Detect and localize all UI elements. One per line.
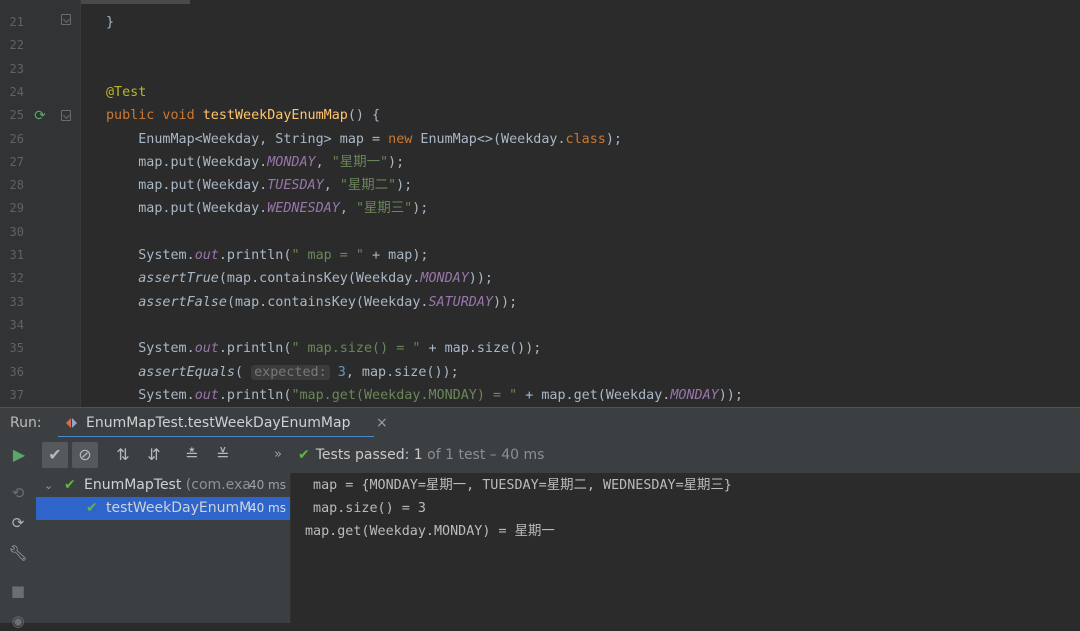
code-text: EnumMap<Weekday, String> map = new EnumM… (106, 131, 622, 147)
code-line[interactable]: 22 (0, 34, 1080, 57)
console-output[interactable]: map = {MONDAY=星期一, TUESDAY=星期二, WEDNESDA… (291, 473, 1080, 623)
passed-check-icon: ✔ (64, 477, 76, 493)
fold-marker-icon[interactable] (61, 14, 71, 25)
more-actions-icon[interactable]: » (274, 437, 282, 473)
code-line[interactable]: 37 System.out.println("map.get(Weekday.M… (0, 384, 1080, 407)
line-number: 36 (9, 364, 24, 379)
code-line[interactable]: 35 System.out.println(" map.size() = " +… (0, 337, 1080, 360)
code-text: map.put(Weekday.MONDAY, "星期一"); (106, 154, 405, 170)
status-suffix: of 1 test – 40 ms (422, 447, 545, 463)
line-number: 35 (9, 341, 24, 356)
code-line[interactable]: 25 public void testWeekDayEnumMap() { (0, 104, 1080, 127)
line-number: 30 (9, 224, 24, 239)
camera-icon[interactable]: ◉ (8, 611, 28, 631)
line-number: 27 (9, 154, 24, 169)
run-icon[interactable]: ▶ (6, 442, 32, 468)
suite-package: (com.exa (181, 477, 251, 493)
code-line[interactable]: 23 (0, 58, 1080, 81)
suite-duration: 40 ms (248, 478, 286, 492)
code-text: map.put(Weekday.TUESDAY, "星期二"); (106, 178, 413, 194)
collapse-all-icon[interactable]: ≚ (210, 442, 236, 468)
test-duration: 40 ms (248, 501, 286, 515)
code-line[interactable]: 32 assertTrue(map.containsKey(Weekday.MO… (0, 267, 1080, 290)
line-number: 25 (9, 108, 24, 123)
line-number: 26 (9, 131, 24, 146)
line-number: 32 (9, 271, 24, 286)
run-label: Run: (10, 415, 42, 431)
sort-duration-icon[interactable]: ⇵ (141, 442, 167, 468)
code-text: assertFalse(map.containsKey(Weekday.SATU… (138, 294, 518, 310)
test-name: testWeekDayEnumM (106, 500, 252, 516)
code-text: assertEquals( expected: 3, map.size()); (138, 364, 459, 380)
toggle-auto-test-icon[interactable]: ⟳ (8, 513, 28, 533)
run-header: Run: EnumMapTest.testWeekDayEnumMap × (0, 407, 1080, 439)
code-text: System.out.println(" map = " + map); (106, 248, 429, 263)
tab-run-configuration[interactable]: EnumMapTest.testWeekDayEnumMap (58, 408, 374, 439)
line-number: 37 (9, 387, 24, 402)
show-passed-icon[interactable]: ✔ (42, 442, 68, 468)
code-text: System.out.println(" map.size() = " + ma… (106, 341, 542, 357)
run-test-icon[interactable]: ⟳ (32, 108, 48, 124)
code-line[interactable]: 33 assertFalse(map.containsKey(Weekday.S… (0, 291, 1080, 314)
side-toolbar: ⟲ ⟳ 🔧︎ ■ ◉ (0, 473, 36, 630)
status-count: 1 (413, 447, 423, 463)
code-line[interactable]: 28 map.put(Weekday.TUESDAY, "星期二"); (0, 174, 1080, 197)
code-line[interactable]: 29 map.put(Weekday.WEDNESDAY, "星期三"); (0, 197, 1080, 220)
run-toolbar: ▶ ✔ ⊘ ⇅ ⇵ ≛ ≚ » ✔ Tests passed: 1 of 1 te… (0, 437, 1080, 473)
line-number: 22 (9, 38, 24, 53)
line-number: 31 (9, 248, 24, 262)
line-number: 21 (9, 15, 24, 29)
code-line[interactable]: 30 (0, 221, 1080, 244)
status-prefix: Tests passed: (315, 447, 414, 463)
fold-marker-icon[interactable] (61, 110, 71, 121)
settings-wrench-icon[interactable]: 🔧︎ (8, 543, 28, 563)
code-line[interactable]: 24 @Test (0, 81, 1080, 104)
console-line: map.size() = 3 (305, 501, 426, 516)
code-editor[interactable]: 21} 22 23 24 @Test 25 public void testWeekDayE… (0, 0, 1080, 407)
tree-row-test[interactable]: ✔ testWeekDayEnumM 40 ms (36, 497, 290, 520)
console-line: map = {MONDAY=星期一, TUESDAY=星期二, WEDNESDA… (305, 478, 732, 493)
run-tool-window: Run: EnumMapTest.testWeekDayEnumMap × ▶ … (0, 407, 1080, 630)
line-number: 23 (9, 61, 24, 76)
line-number: 28 (9, 178, 24, 193)
test-status: ✔ Tests passed: 1 of 1 test – 40 ms (298, 437, 544, 473)
rerun-failed-icon[interactable]: ⟲ (8, 483, 28, 503)
sort-alpha-icon[interactable]: ⇅ (110, 442, 136, 468)
passed-check-icon: ✔ (298, 447, 310, 463)
code-line[interactable]: 27 map.put(Weekday.MONDAY, "星期一"); (0, 151, 1080, 174)
code-line[interactable]: 26 EnumMap<Weekday, String> map = new En… (0, 128, 1080, 151)
close-tab-icon[interactable]: × (376, 408, 388, 438)
console-line: map.get(Weekday.MONDAY) = 星期一 (305, 524, 555, 539)
code-line[interactable]: 36 assertEquals( expected: 3, map.size()… (0, 361, 1080, 384)
code-text: map.put(Weekday.WEDNESDAY, "星期三"); (106, 201, 429, 217)
line-number: 33 (9, 294, 24, 309)
code-line[interactable]: 34 (0, 314, 1080, 337)
line-number: 24 (9, 84, 24, 99)
code-text: System.out.println("map.get(Weekday.MOND… (106, 387, 743, 403)
code-line[interactable]: 21} (0, 11, 1080, 34)
code-line[interactable]: 31 System.out.println(" map = " + map); (0, 244, 1080, 267)
test-config-icon (66, 418, 77, 428)
line-number: 34 (9, 317, 24, 332)
tab-label: EnumMapTest.testWeekDayEnumMap (86, 415, 351, 431)
test-results-tree: ⌄ ✔ EnumMapTest (com.exa 40 ms ✔ testWee… (36, 473, 291, 623)
tree-row-suite[interactable]: ⌄ ✔ EnumMapTest (com.exa 40 ms (36, 474, 290, 497)
code-text: } (106, 15, 115, 30)
expand-all-icon[interactable]: ≛ (179, 442, 205, 468)
code-text: public void testWeekDayEnumMap() { (106, 108, 381, 124)
code-text: @Test (106, 84, 147, 100)
chevron-down-icon[interactable]: ⌄ (44, 474, 53, 497)
stop-icon[interactable]: ■ (8, 581, 28, 601)
line-number: 29 (9, 201, 24, 216)
passed-check-icon: ✔ (86, 500, 98, 516)
suite-name: EnumMapTest (84, 477, 182, 493)
code-text: assertTrue(map.containsKey(Weekday.MONDA… (138, 271, 493, 287)
show-ignored-icon[interactable]: ⊘ (72, 442, 98, 468)
